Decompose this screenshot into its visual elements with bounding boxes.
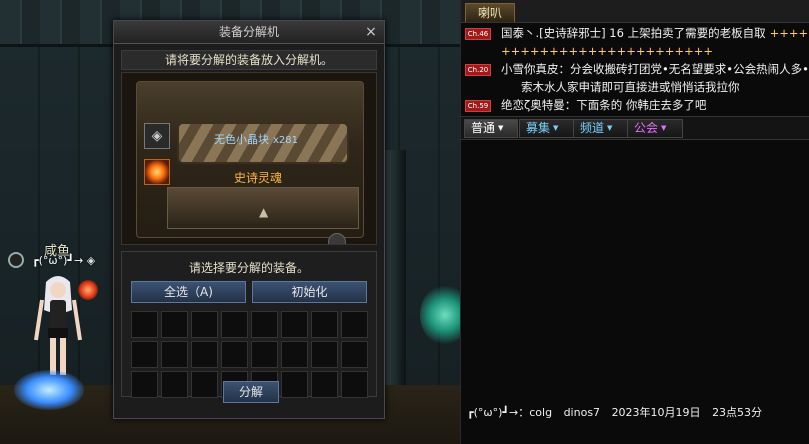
- decompose-machine: ▲ ◈ 无色小晶块 x281 史诗灵魂: [121, 72, 377, 245]
- tab-channel-label: 频道: [580, 121, 605, 135]
- equipment-slot[interactable]: [221, 311, 248, 338]
- chevron-down-icon: ▼: [553, 124, 559, 132]
- equipment-slot[interactable]: [191, 311, 218, 338]
- equipment-slot[interactable]: [311, 341, 338, 368]
- horn-message: Ch.46 国泰丶.[史诗辞邪士] 16 上架拍卖了需要的老板自取 ++++ +…: [465, 26, 809, 59]
- message-continuation: ++++++++++++++++++++++: [501, 44, 713, 58]
- equipment-slot[interactable]: [281, 311, 308, 338]
- epic-soul-icon: [144, 159, 170, 185]
- close-icon[interactable]: ×: [364, 21, 378, 43]
- equipment-slot[interactable]: [221, 341, 248, 368]
- chat-log-line: ┏(°ω°)┛→：colg dinos7 2023年10月19日 23点53分: [467, 404, 770, 420]
- machine-body: ▲: [136, 81, 364, 238]
- equipment-slot[interactable]: [161, 311, 188, 338]
- crystal-count: x281: [273, 135, 299, 146]
- horn-message-list: Ch.46 国泰丶.[史诗辞邪士] 16 上架拍卖了需要的老板自取 ++++ +…: [461, 23, 809, 113]
- equipment-slot[interactable]: [161, 341, 188, 368]
- left-orb-icon: [8, 252, 24, 268]
- select-all-button[interactable]: 全选（A): [131, 281, 246, 303]
- up-arrow-icon: ▲: [259, 205, 269, 219]
- equipment-slot[interactable]: [281, 341, 308, 368]
- character-aura-effect: [14, 370, 84, 410]
- scene-green-glow: [420, 285, 460, 345]
- equipment-slot[interactable]: [341, 371, 368, 398]
- chevron-down-icon: ▼: [607, 124, 613, 132]
- chat-log-name: dinos7: [563, 406, 601, 419]
- message-text: 小雪你真皮：分会收搬砖打团党•无名望要求•公会热闹人多•: [501, 62, 809, 76]
- equipment-slot[interactable]: [311, 371, 338, 398]
- tab-recruit-label: 募集: [526, 121, 551, 135]
- tab-guild[interactable]: 公会 ▼: [627, 119, 683, 138]
- equipment-slot[interactable]: [191, 371, 218, 398]
- chevron-down-icon: ▼: [661, 124, 667, 132]
- window-titlebar[interactable]: 装备分解机 ×: [114, 21, 384, 44]
- equipment-slot[interactable]: [131, 371, 158, 398]
- message-text: 国泰丶.[史诗辞邪士] 16 上架拍卖了需要的老板自取: [501, 26, 766, 40]
- equipment-slot[interactable]: [191, 341, 218, 368]
- channel-badge: Ch.20: [465, 64, 491, 76]
- select-button-row: 全选（A) 初始化: [131, 281, 367, 303]
- tab-channel[interactable]: 频道 ▼: [573, 119, 629, 138]
- epic-soul-label: 史诗灵魂: [234, 171, 283, 185]
- equipment-decompose-window: 装备分解机 × 请将要分解的装备放入分解机。 ▲ ◈ 无色小晶块 x281 史诗灵…: [113, 20, 385, 419]
- chevron-down-icon: ▼: [498, 124, 504, 132]
- equipment-slot[interactable]: [341, 341, 368, 368]
- crystal-label: 无色小晶块: [214, 133, 269, 146]
- decompose-button[interactable]: 分解: [223, 381, 279, 403]
- hint-select-equipment: 请选择要分解的装备。: [188, 261, 309, 275]
- equipment-select-panel: 请选择要分解的装备。 全选（A) 初始化: [121, 251, 377, 398]
- equipment-slot[interactable]: [281, 371, 308, 398]
- equipment-slot[interactable]: [311, 311, 338, 338]
- equipment-slot[interactable]: [131, 341, 158, 368]
- character-title-text: ┏(°ω°)┛→: [32, 254, 84, 267]
- tab-normal[interactable]: 普通 ▼: [464, 119, 518, 138]
- chat-log-text: ┏(°ω°)┛→：colg: [467, 406, 553, 419]
- equipment-slot[interactable]: [341, 311, 368, 338]
- horn-message: Ch.59 绝恋ζ奥特曼：下面条的 你韩庄去多了吧: [465, 98, 809, 113]
- machine-knob: [328, 233, 346, 244]
- character-title-icon: ◈: [86, 254, 96, 267]
- channel-badge: Ch.46: [465, 28, 491, 40]
- equipment-slot[interactable]: [131, 311, 158, 338]
- horn-message: Ch.20 小雪你真皮：分会收搬砖打团党•无名望要求•公会热闹人多• 索木水人家…: [465, 62, 809, 95]
- tab-horn[interactable]: 喇叭: [465, 3, 515, 22]
- chat-log-time: 23点53分: [712, 406, 763, 419]
- crystal-result: 无色小晶块 x281: [214, 131, 298, 147]
- message-text: 绝恋ζ奥特曼：下面条的 你韩庄去多了吧: [501, 98, 707, 112]
- chat-log-date: 2023年10月19日: [611, 406, 701, 419]
- equipment-slot[interactable]: [161, 371, 188, 398]
- channel-badge: Ch.59: [465, 100, 491, 112]
- tab-guild-label: 公会: [634, 121, 659, 135]
- chat-panel: 喇叭 Ch.46 国泰丶.[史诗辞邪士] 16 上架拍卖了需要的老板自取 +++…: [460, 0, 809, 444]
- window-title: 装备分解机: [218, 25, 279, 39]
- equipment-slot[interactable]: [251, 311, 278, 338]
- hint-insert-equipment: 请将要分解的装备放入分解机。: [121, 50, 377, 70]
- tab-normal-label: 普通: [471, 121, 496, 135]
- message-continuation: 索木水人家申请即可直接进或悄悄话我拉你: [521, 80, 740, 94]
- chat-topbar: 喇叭: [461, 0, 809, 23]
- equipment-slot[interactable]: [251, 341, 278, 368]
- chat-channel-tabs: 普通 ▼ 募集 ▼ 频道 ▼ 公会 ▼: [461, 116, 809, 140]
- message-tail: ++++: [769, 26, 809, 40]
- reset-button[interactable]: 初始化: [252, 281, 367, 303]
- cube-icon: ◈: [144, 123, 170, 149]
- character-title: ┏(°ω°)┛→ ◈: [32, 254, 95, 267]
- tab-recruit[interactable]: 募集 ▼: [519, 119, 575, 138]
